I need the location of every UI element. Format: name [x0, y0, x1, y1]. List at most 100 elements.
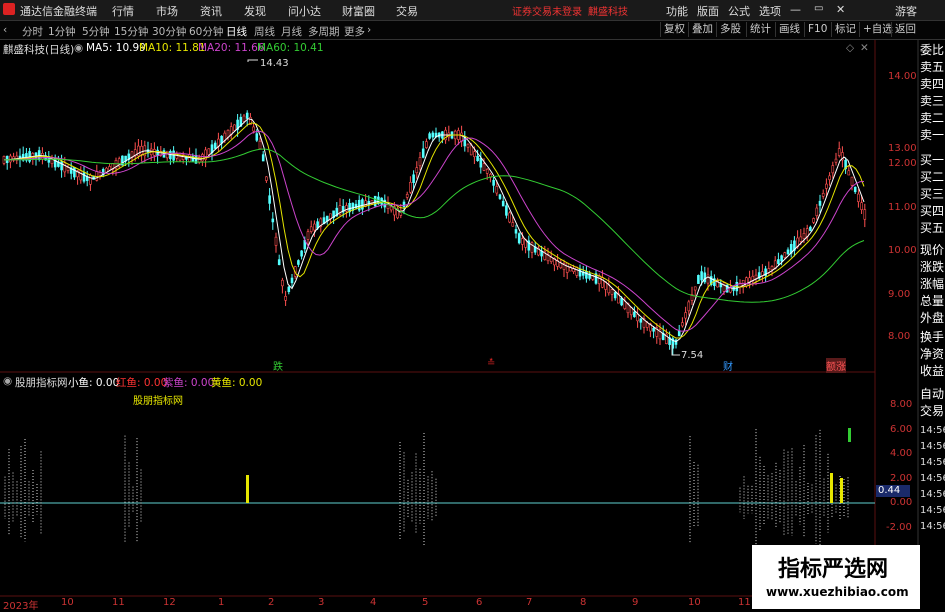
candle-body — [505, 205, 508, 216]
time-tick: 8 — [580, 597, 587, 608]
candle-body — [178, 152, 182, 161]
candle-body — [242, 115, 246, 122]
candle-body — [620, 297, 623, 306]
event-marker[interactable]: 财 — [723, 358, 733, 373]
sidebar-item[interactable]: 委比 — [920, 42, 945, 59]
candle-body — [857, 193, 860, 202]
trade-time: 14:56 — [920, 521, 945, 532]
candle-body — [863, 209, 867, 220]
candle-body — [722, 282, 726, 292]
sidebar-item[interactable]: 收益 — [920, 363, 945, 380]
indicator-name: 股朋指标网 — [15, 377, 68, 389]
watermark-title: 指标严选网 — [778, 557, 889, 582]
sidebar-item[interactable]: 涨幅 — [920, 276, 945, 293]
time-tick: 11 — [738, 597, 751, 608]
candle-body — [412, 174, 415, 183]
candle-body — [802, 233, 806, 239]
price-tick: 14.00 — [888, 71, 917, 82]
sidebar-item[interactable]: 外盘 — [920, 310, 945, 327]
indicator-bars-layer — [4, 428, 851, 548]
candle-body — [169, 150, 172, 160]
candle-body — [821, 192, 825, 197]
candle-body — [63, 162, 67, 173]
candle-body — [860, 202, 863, 210]
candle-body — [700, 271, 703, 281]
sidebar-item[interactable]: 卖一 — [920, 127, 945, 144]
candle-body — [345, 205, 348, 212]
candle-body — [258, 140, 262, 150]
indicator-watermark: 股朋指标网 — [133, 396, 183, 407]
indicator-signal — [848, 428, 851, 442]
trade-time: 14:56 — [920, 457, 945, 468]
high-price-label: 14.43 — [260, 58, 289, 69]
price-tick: 10.00 — [888, 245, 917, 256]
sidebar-item[interactable]: 现价 — [920, 242, 945, 259]
event-marker[interactable]: ≛ — [487, 358, 495, 369]
price-chart[interactable] — [0, 0, 945, 609]
sidebar-item[interactable]: 买二 — [920, 169, 945, 186]
sidebar-item[interactable]: 卖三 — [920, 93, 945, 110]
indicator-settings-icon[interactable]: ◉ — [3, 375, 12, 387]
candle-body — [850, 176, 854, 186]
candle-body — [313, 223, 316, 231]
sidebar-item[interactable]: 买四 — [920, 203, 945, 220]
candle-body — [473, 151, 476, 157]
price-tick: 13.00 — [888, 143, 917, 154]
candle-body — [108, 166, 111, 171]
candle-body — [165, 150, 169, 159]
candle-body — [415, 167, 419, 174]
candle-body — [703, 272, 707, 283]
indicator-tick: 0.00 — [890, 497, 913, 508]
price-tick: 8.00 — [888, 331, 911, 342]
sidebar-item[interactable]: 卖二 — [920, 110, 945, 127]
time-tick: 4 — [370, 597, 377, 608]
candle-body — [373, 195, 377, 207]
candle-body — [245, 112, 249, 119]
ma60-line — [4, 148, 865, 303]
sidebar-item[interactable]: 卖五 — [920, 59, 945, 76]
candle-body — [201, 154, 204, 162]
event-marker[interactable]: 额涨 — [826, 358, 846, 373]
sidebar-item[interactable]: 买五 — [920, 220, 945, 237]
candle-body — [482, 163, 486, 171]
candle-body — [252, 126, 255, 132]
indicator-red-fish: 红鱼: 0.00 — [116, 377, 168, 389]
candle-body — [207, 148, 211, 155]
sidebar-item[interactable]: 换手 — [920, 329, 945, 346]
sidebar-item[interactable]: 净资 — [920, 346, 945, 363]
candle-body — [261, 154, 265, 162]
sidebar-item[interactable]: 总量 — [920, 293, 945, 310]
candle-body — [681, 322, 684, 327]
sidebar-item[interactable]: 买一 — [920, 152, 945, 169]
sidebar-item[interactable]: 涨跌 — [920, 259, 945, 276]
candle-body — [508, 212, 511, 223]
candle-body — [268, 195, 271, 204]
sidebar-item[interactable]: 买三 — [920, 186, 945, 203]
indicator-tick: 4.00 — [890, 448, 913, 459]
sidebar-item[interactable]: 交易 — [920, 403, 945, 420]
candle-body — [585, 271, 588, 279]
candle-body — [786, 249, 790, 255]
sidebar-item[interactable]: 自动 — [920, 386, 945, 403]
candle-body — [79, 170, 83, 181]
candle-body — [847, 170, 851, 176]
candle-body — [469, 144, 473, 156]
candle-body — [421, 148, 425, 158]
indicator-signal — [840, 478, 843, 503]
watermark-url: www.xuezhibiao.com — [766, 585, 909, 599]
candle-body — [425, 141, 428, 148]
candle-body — [277, 259, 281, 266]
candle-body — [831, 165, 835, 174]
site-watermark: 指标严选网 www.xuezhibiao.com — [752, 545, 920, 609]
candle-body — [812, 218, 815, 223]
candle-body — [780, 255, 783, 262]
candle-body — [511, 222, 515, 227]
candle-body — [89, 174, 92, 185]
candle-body — [73, 167, 76, 178]
sidebar-item[interactable]: 卖四 — [920, 76, 945, 93]
candle-body — [837, 148, 841, 156]
event-marker[interactable]: 跌 — [273, 358, 283, 373]
candle-body — [514, 229, 518, 234]
candle-body — [476, 155, 479, 162]
candle-body — [501, 200, 505, 207]
